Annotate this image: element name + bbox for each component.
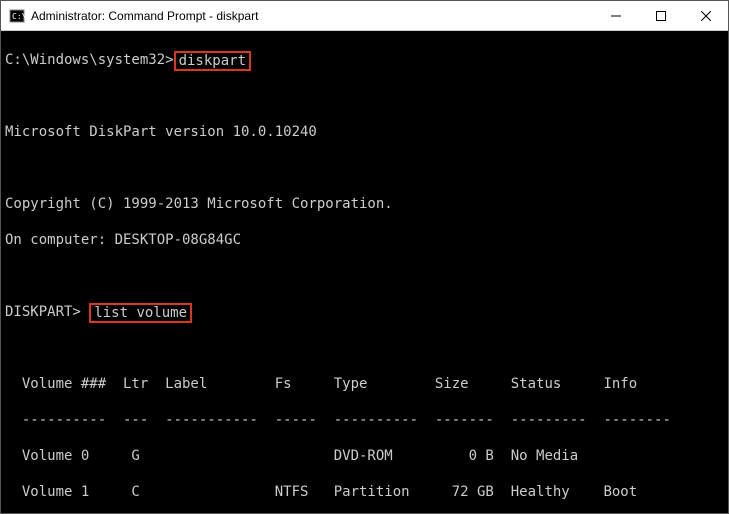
table-divider: ---------- --- ----------- ----- -------…	[5, 411, 724, 429]
close-button[interactable]	[683, 1, 728, 30]
diskpart-prompt: DISKPART>	[5, 304, 81, 320]
copyright-line: Copyright (C) 1999-2013 Microsoft Corpor…	[5, 195, 724, 213]
table-header: Volume ### Ltr Label Fs Type Size Status…	[5, 375, 724, 393]
prompt-path: C:\Windows\system32>	[5, 52, 174, 68]
svg-text:C:\: C:\	[12, 12, 25, 21]
table-row: Volume 1 C NTFS Partition 72 GB Healthy …	[5, 483, 724, 501]
window-controls	[593, 1, 728, 30]
computer-line: On computer: DESKTOP-08G84GC	[5, 231, 724, 249]
window-title: Administrator: Command Prompt - diskpart	[31, 9, 593, 23]
minimize-button[interactable]	[593, 1, 638, 30]
command-prompt-window: C:\ Administrator: Command Prompt - disk…	[0, 0, 729, 514]
app-icon: C:\	[9, 8, 25, 24]
command-diskpart-highlight: diskpart	[174, 51, 251, 71]
version-line: Microsoft DiskPart version 10.0.10240	[5, 123, 724, 141]
terminal-output: C:\Windows\system32>diskpart Microsoft D…	[5, 33, 724, 513]
titlebar[interactable]: C:\ Administrator: Command Prompt - disk…	[1, 1, 728, 31]
command-list-volume-highlight: list volume	[89, 303, 192, 323]
table-row: Volume 0 G DVD-ROM 0 B No Media	[5, 447, 724, 465]
terminal-area[interactable]: C:\Windows\system32>diskpart Microsoft D…	[1, 31, 728, 513]
maximize-button[interactable]	[638, 1, 683, 30]
